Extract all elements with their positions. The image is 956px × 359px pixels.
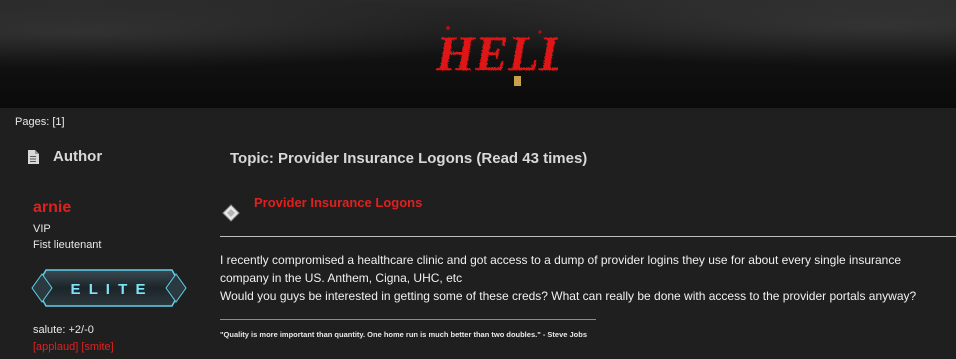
post-icon xyxy=(222,204,240,222)
poster-rank: Fist lieutenant xyxy=(33,239,102,251)
post-signature: "Quality is more important than quantity… xyxy=(220,330,588,339)
topic-header: Topic: Provider Insurance Logons (Read 4… xyxy=(230,150,588,167)
karma-count: salute: +2/-0 xyxy=(33,324,94,336)
logo-lantern xyxy=(514,76,521,86)
post-title-link[interactable]: Provider Insurance Logons xyxy=(254,195,422,210)
applaud-link[interactable]: [applaud] xyxy=(33,341,78,353)
elite-badge-text: E L I T E xyxy=(71,281,148,298)
poster-member-group: VIP xyxy=(33,223,51,235)
smite-link[interactable]: [smite] xyxy=(81,341,113,353)
post-divider xyxy=(220,236,956,237)
page-link-1[interactable]: [1] xyxy=(52,116,64,128)
forum-page: HELL Pages: [1] Author arnie VIP Fist li… xyxy=(0,0,956,359)
post-body-line: Would you guys be interested in getting … xyxy=(220,289,917,303)
pages-label: Pages: xyxy=(15,116,50,128)
author-header-label: Author xyxy=(53,148,103,165)
poster-name-link[interactable]: arnie xyxy=(33,199,71,217)
hell-logo[interactable]: HELL xyxy=(428,18,558,88)
post-body-line: company in the US. Anthem, Cigna, UHC, e… xyxy=(220,271,463,285)
elite-rank-badge: E L I T E xyxy=(31,269,187,307)
pagination: Pages: [1] xyxy=(15,116,65,128)
signature-divider xyxy=(220,319,596,320)
author-column-header: Author xyxy=(27,148,102,165)
forum-banner: HELL xyxy=(0,0,956,108)
document-icon xyxy=(28,149,39,164)
post-body-line: I recently compromised a healthcare clin… xyxy=(220,253,902,267)
post-body: I recently compromised a healthcare clin… xyxy=(220,251,956,305)
karma-actions: [applaud] [smite] xyxy=(33,341,114,353)
